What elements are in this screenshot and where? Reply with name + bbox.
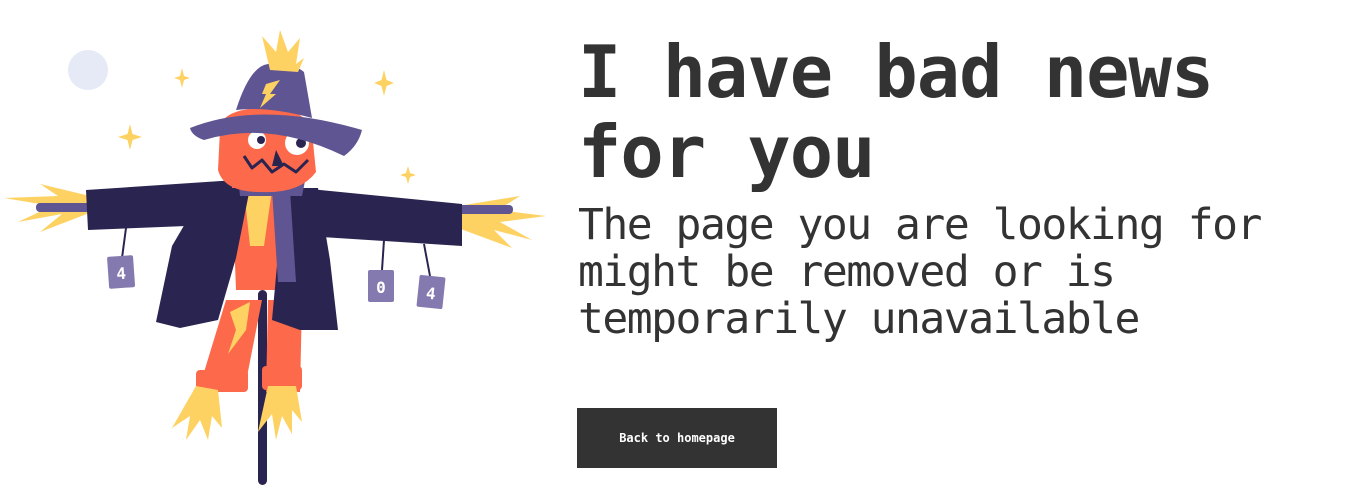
moon-icon	[68, 50, 108, 90]
error-page: 4 0 4 I have bad news for you The page y…	[0, 0, 1349, 489]
can-1: 4	[107, 255, 136, 289]
svg-text:0: 0	[376, 278, 386, 297]
error-description: The page you are looking for might be re…	[578, 200, 1262, 344]
scarecrow-illustration: 4 0 4	[4, 30, 546, 485]
svg-text:4: 4	[116, 264, 127, 284]
message-block: I have bad news for you The page you are…	[578, 32, 1349, 343]
back-to-homepage-button[interactable]: Back to homepage	[577, 408, 777, 468]
svg-text:4: 4	[425, 284, 437, 304]
right-straw-hand	[458, 196, 546, 248]
can-2: 0	[368, 270, 394, 302]
error-headline: I have bad news for you	[578, 30, 1214, 194]
can-3: 4	[416, 274, 446, 310]
left-straw-foot	[172, 386, 222, 440]
